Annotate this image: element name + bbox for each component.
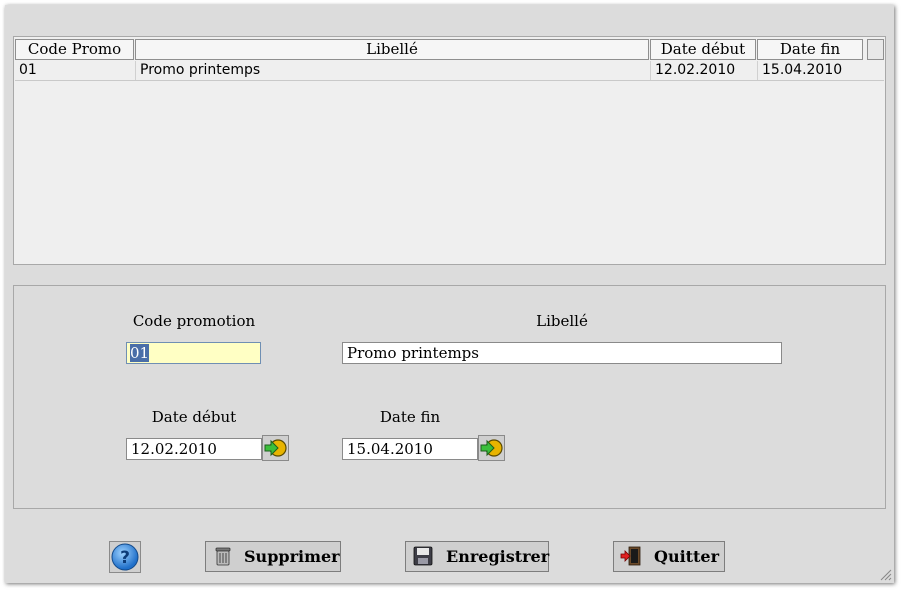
enregistrer-button[interactable]: Enregistrer bbox=[405, 541, 549, 572]
edit-panel: Code promotion 01 Libellé Promo printemp… bbox=[13, 285, 886, 509]
save-icon bbox=[413, 546, 433, 566]
resize-grip-icon[interactable] bbox=[880, 569, 892, 581]
header-corner-button[interactable] bbox=[867, 39, 884, 60]
libelle-input[interactable]: Promo printemps bbox=[342, 342, 782, 364]
libelle-label: Libellé bbox=[536, 312, 588, 330]
supprimer-button[interactable]: Supprimer bbox=[205, 541, 341, 572]
column-header-date-debut[interactable]: Date début bbox=[650, 39, 756, 60]
code-promotion-label: Code promotion bbox=[132, 312, 256, 330]
date-fin-picker-button[interactable] bbox=[478, 435, 505, 461]
column-header-libelle[interactable]: Libellé bbox=[135, 39, 649, 60]
help-button[interactable]: ? bbox=[109, 541, 141, 573]
cell-date-debut: 12.02.2010 bbox=[650, 61, 757, 80]
promo-table[interactable]: Code Promo Libellé Date début Date fin 0… bbox=[13, 36, 886, 265]
quitter-label: Quitter bbox=[654, 547, 720, 566]
table-row[interactable]: 01 Promo printemps 12.02.2010 15.04.2010 bbox=[15, 61, 884, 81]
svg-text:?: ? bbox=[120, 548, 130, 568]
exit-door-icon bbox=[620, 546, 641, 566]
date-debut-input[interactable]: 12.02.2010 bbox=[126, 438, 262, 460]
enregistrer-label: Enregistrer bbox=[446, 547, 550, 566]
column-header-date-fin[interactable]: Date fin bbox=[757, 39, 863, 60]
main-window: Code Promo Libellé Date début Date fin 0… bbox=[5, 5, 894, 583]
supprimer-label: Supprimer bbox=[244, 547, 340, 566]
date-fin-input[interactable]: 15.04.2010 bbox=[342, 438, 478, 460]
date-debut-picker-button[interactable] bbox=[262, 435, 289, 461]
date-debut-label: Date début bbox=[151, 408, 237, 426]
column-header-code[interactable]: Code Promo bbox=[15, 39, 134, 60]
calendar-go-icon bbox=[264, 439, 287, 457]
quitter-button[interactable]: Quitter bbox=[613, 541, 725, 572]
calendar-go-icon bbox=[480, 439, 503, 457]
help-icon: ? bbox=[111, 543, 139, 571]
cell-libelle: Promo printemps bbox=[135, 61, 650, 80]
cell-code: 01 bbox=[19, 62, 37, 78]
cell-date-fin: 15.04.2010 bbox=[757, 61, 884, 80]
date-fin-label: Date fin bbox=[379, 408, 441, 426]
trash-icon bbox=[215, 547, 231, 566]
code-promotion-input[interactable]: 01 bbox=[126, 342, 261, 364]
